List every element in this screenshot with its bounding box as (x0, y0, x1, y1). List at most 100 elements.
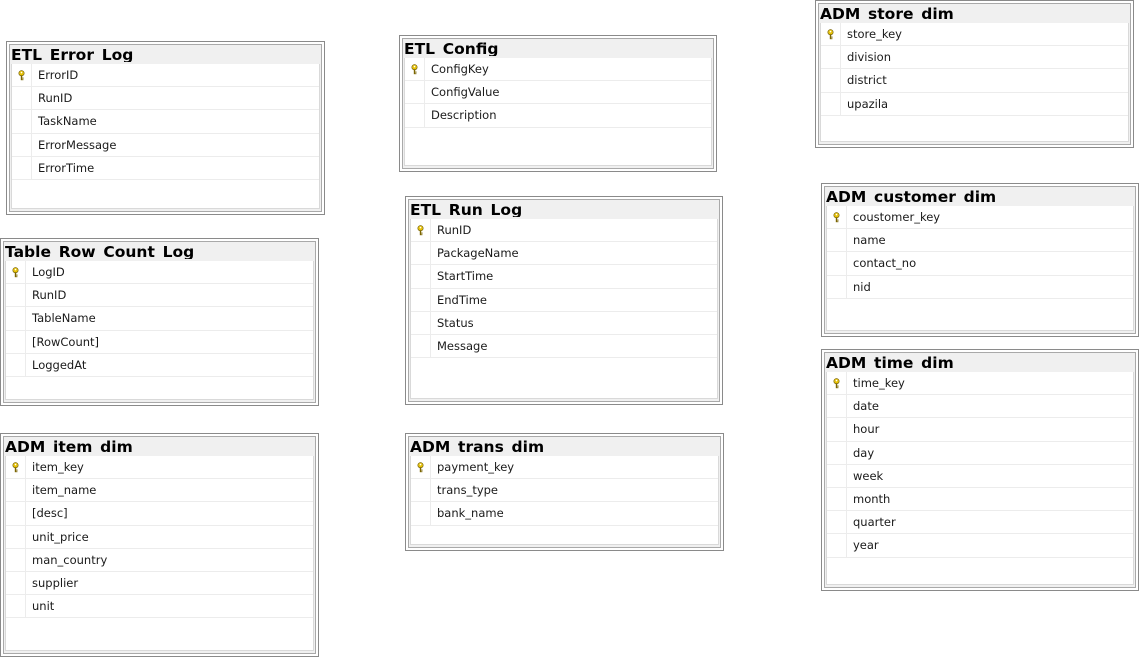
table-row[interactable]: ConfigValue (405, 81, 711, 105)
table-row[interactable]: contact_no (827, 252, 1133, 276)
table-row[interactable]: trans_type (411, 479, 718, 503)
row-selector (6, 571, 26, 595)
table-row[interactable]: StartTime (411, 265, 717, 289)
table-row[interactable]: [RowCount] (6, 330, 313, 354)
column-name: unit (32, 599, 55, 614)
table-adm-trans-dim[interactable]: ADM_trans_dim payment_key trans_type bank_… (405, 433, 724, 551)
row-selector (411, 242, 431, 265)
table-row[interactable]: ErrorMessage (12, 133, 319, 157)
table-row[interactable]: month (827, 487, 1133, 512)
table-row[interactable]: EndTime (411, 288, 717, 312)
column-name: day (853, 445, 875, 460)
column-name: Status (437, 315, 474, 330)
table-row[interactable]: TableName (6, 307, 313, 331)
row-selector (6, 353, 26, 376)
row-selector (827, 534, 847, 557)
table-row[interactable]: RunID (12, 87, 319, 111)
row-selector (827, 441, 847, 464)
table-row[interactable]: bank_name (411, 502, 718, 526)
table-row[interactable]: Status (411, 311, 717, 335)
table-row[interactable]: division (821, 46, 1128, 70)
column-name: hour (853, 422, 880, 437)
table-row[interactable]: coustomer_key (827, 206, 1133, 230)
table-row[interactable]: LoggedAt (6, 353, 313, 377)
row-selector (827, 275, 847, 298)
table-etl-run-log[interactable]: ETL_Run_Log RunID PackageName StartTime End… (405, 196, 723, 405)
table-row[interactable]: RunID (411, 219, 717, 243)
table-adm-store-dim[interactable]: ADM_store_dim store_key division district u… (815, 0, 1134, 148)
column-name: RunID (437, 223, 472, 238)
column-name: supplier (32, 576, 79, 591)
table-row[interactable]: district (821, 69, 1128, 93)
row-selector (827, 229, 847, 252)
table-row[interactable]: man_country (6, 548, 313, 572)
column-name: Message (437, 339, 488, 354)
table-row[interactable]: name (827, 229, 1133, 253)
table-row[interactable]: Description (405, 104, 711, 128)
column-name: ErrorID (38, 68, 79, 83)
table-row[interactable]: ErrorID (12, 64, 319, 88)
table-row[interactable]: year (827, 534, 1133, 558)
table-row[interactable]: payment_key (411, 456, 718, 480)
table-row[interactable]: item_name (6, 479, 313, 503)
primary-key-icon (6, 261, 26, 284)
table-row[interactable]: unit_price (6, 525, 313, 549)
table-row[interactable]: hour (827, 418, 1133, 442)
row-selector (821, 69, 841, 92)
row-selector (6, 502, 26, 525)
column-name: TableName (32, 311, 96, 326)
table-etl-config[interactable]: ETL_Config ConfigKey ConfigValue Descripti… (399, 35, 717, 172)
table-row[interactable]: quarter (827, 511, 1133, 535)
column-name: payment_key (437, 460, 515, 475)
table-row[interactable]: ConfigKey (405, 58, 711, 82)
row-selector (827, 395, 847, 418)
column-name: item_key (32, 460, 84, 475)
table-row[interactable]: week (827, 464, 1133, 488)
table-etl-error-log[interactable]: ETL_Error_Log ErrorID RunID TaskName ErrorM… (6, 41, 325, 215)
table-row[interactable]: ErrorTime (12, 156, 319, 180)
row-selector (6, 307, 26, 330)
row-selector (6, 525, 26, 548)
row-selector (6, 595, 26, 618)
column-name: contact_no (853, 256, 917, 271)
column-name: time_key (853, 376, 905, 391)
table-row[interactable]: LogID (6, 261, 313, 285)
table-row[interactable]: store_key (821, 23, 1128, 47)
table-row[interactable]: unit (6, 595, 313, 619)
table-row[interactable]: date (827, 395, 1133, 419)
column-list: RunID PackageName StartTime EndTime Status Me… (410, 219, 718, 399)
table-row[interactable]: item_key (6, 456, 313, 480)
primary-key-icon (411, 219, 431, 242)
table-row[interactable]: nid (827, 275, 1133, 299)
table-adm-item-dim[interactable]: ADM_item_dim item_key item_name [desc] unit… (0, 433, 319, 657)
table-adm-customer-dim[interactable]: ADM_customer_dim coustomer_key name contac… (821, 183, 1139, 337)
column-name: upazila (847, 96, 889, 111)
column-name: man_country (32, 552, 108, 567)
table-row[interactable]: [desc] (6, 502, 313, 526)
table-row[interactable]: PackageName (411, 242, 717, 266)
column-name: [RowCount] (32, 334, 100, 349)
table-row[interactable]: upazila (821, 92, 1128, 116)
table-row[interactable]: RunID (6, 284, 313, 308)
column-list: store_key division district upazila (820, 23, 1129, 142)
table-row[interactable]: day (827, 441, 1133, 465)
column-name: quarter (853, 515, 896, 530)
table-adm-time-dim[interactable]: ADM_time_dim time_key date hour day week mont… (821, 349, 1139, 591)
row-selector (821, 46, 841, 69)
column-list: time_keydate hour day week month quarter year (826, 372, 1134, 585)
table-row[interactable]: supplier (6, 571, 313, 596)
row-selector (411, 311, 431, 334)
table-row[interactable]: time_key (827, 372, 1133, 396)
table-row[interactable]: Message (411, 334, 717, 359)
row-selector (12, 110, 32, 133)
row-selector (827, 418, 847, 441)
column-name: division (847, 50, 892, 65)
table-table-row-count-log[interactable]: Table_Row_Count_Log LogID RunID TableName [… (0, 238, 319, 406)
table-row[interactable]: TaskName (12, 110, 319, 134)
row-selector (12, 156, 32, 179)
row-selector (821, 92, 841, 115)
table-title: ADM_item_dim (5, 438, 133, 454)
table-title: ETL_Error_Log (11, 46, 134, 62)
column-name: trans_type (437, 483, 499, 498)
primary-key-icon (411, 456, 431, 479)
